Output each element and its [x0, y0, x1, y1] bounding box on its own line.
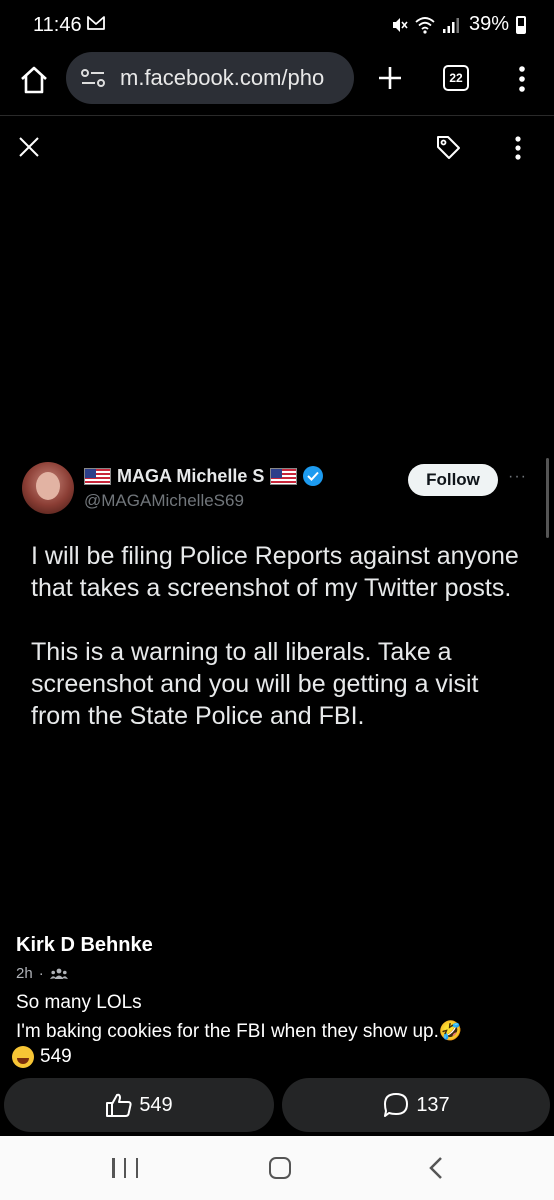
home-icon	[21, 66, 47, 94]
like-count: 549	[139, 1093, 173, 1116]
system-nav-bar	[0, 1136, 554, 1200]
url-bar[interactable]: m.facebook.com/pho	[66, 52, 354, 104]
tweet-display-name: MAGA Michelle S	[117, 465, 265, 486]
meta-separator: ·	[38, 965, 44, 982]
post-caption: Kirk D Behnke 2h · So many LOLs I'm baki…	[16, 934, 546, 1046]
status-time: 11:46	[33, 14, 82, 36]
tweet-paragraph: This is a warning to all liberals. Take …	[31, 638, 479, 730]
tweet-handle: @MAGAMichelleS69	[84, 491, 244, 510]
reaction-summary[interactable]: 549	[12, 1046, 72, 1068]
tweet-paragraph: I will be filing Police Reports against …	[31, 542, 519, 602]
wifi-icon	[415, 16, 435, 34]
haha-reaction-icon	[12, 1046, 34, 1068]
battery-percent: 39%	[468, 13, 509, 35]
more-vert-icon	[519, 66, 525, 92]
url-text: m.facebook.com/pho	[120, 65, 325, 90]
mute-icon	[392, 17, 408, 32]
scrollbar[interactable]	[546, 458, 549, 538]
signal-icon	[442, 17, 459, 33]
group-audience-icon	[49, 968, 68, 979]
status-icons: 39%	[392, 13, 526, 36]
recent-apps-button[interactable]	[112, 1158, 138, 1178]
status-bar: 11:46 39%	[0, 0, 554, 48]
us-flag-icon	[270, 467, 298, 485]
follow-button: Follow	[408, 464, 498, 496]
home-button[interactable]	[14, 60, 54, 100]
recent-apps-icon	[112, 1158, 115, 1178]
photo[interactable]: MAGA Michelle S @MAGAMichelleS69 Follow …	[0, 440, 554, 810]
tab-switcher-button[interactable]: 22	[443, 65, 469, 91]
new-tab-button[interactable]	[372, 60, 408, 96]
post-meta: 2h ·	[16, 965, 546, 982]
back-button[interactable]	[426, 1156, 446, 1180]
close-button[interactable]	[14, 132, 44, 162]
browser-menu-button[interactable]	[508, 62, 536, 96]
comment-button[interactable]: 137	[282, 1078, 550, 1132]
post-text-line: I'm baking cookies for the FBI when they…	[16, 1021, 463, 1042]
post-time[interactable]: 2h	[16, 965, 33, 982]
comment-count: 137	[416, 1093, 450, 1116]
us-flag-icon	[84, 467, 111, 485]
comment-icon	[384, 1093, 409, 1117]
mail-icon	[87, 16, 105, 30]
browser-toolbar: m.facebook.com/pho 22	[0, 48, 554, 116]
tag-icon	[437, 136, 460, 159]
post-text-line: So many LOLs	[16, 992, 142, 1013]
battery-icon	[516, 15, 526, 34]
site-settings-icon[interactable]	[80, 68, 106, 88]
post-text: So many LOLs I'm baking cookies for the …	[16, 988, 546, 1046]
reaction-count: 549	[40, 1046, 72, 1067]
home-nav-button[interactable]	[269, 1157, 291, 1179]
tweet-name-row: MAGA Michelle S	[84, 464, 324, 488]
verified-badge-icon	[303, 466, 324, 486]
tweet-more-icon: ···	[508, 468, 527, 485]
thumbs-up-icon	[106, 1093, 132, 1117]
plus-icon	[379, 67, 401, 89]
tag-button[interactable]	[433, 132, 463, 162]
more-vert-icon	[515, 136, 521, 160]
like-button[interactable]: 549	[4, 1078, 274, 1132]
post-author[interactable]: Kirk D Behnke	[16, 934, 546, 957]
close-icon	[19, 137, 39, 157]
photo-menu-button[interactable]	[504, 132, 532, 164]
avatar	[22, 462, 74, 514]
tweet-text: I will be filing Police Reports against …	[31, 540, 531, 764]
